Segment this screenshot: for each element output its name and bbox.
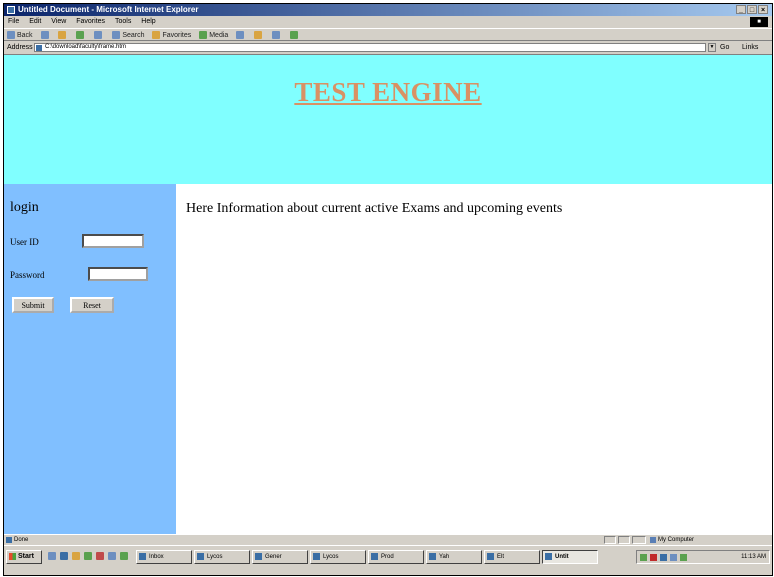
browser-window: Untitled Document - Microsoft Internet E… <box>3 3 773 576</box>
maximize-button[interactable]: □ <box>747 5 757 14</box>
login-heading: login <box>10 200 39 215</box>
tray-app-icon[interactable] <box>680 554 687 561</box>
quicklaunch-desktop-icon[interactable] <box>48 552 56 560</box>
quicklaunch-app-icon[interactable] <box>108 552 116 560</box>
status-pane <box>618 536 630 544</box>
antivirus-icon[interactable] <box>650 554 657 561</box>
taskbar-item-active[interactable]: Untit <box>542 550 598 564</box>
edit-icon <box>290 31 299 40</box>
address-value: C:\download\faculty\frame.htm <box>45 44 127 50</box>
window-icon <box>371 553 378 560</box>
menu-tools[interactable]: Tools <box>111 16 135 28</box>
taskbar-item[interactable]: Yah <box>426 550 482 564</box>
start-button[interactable]: Start <box>6 550 42 564</box>
ie-window-icon <box>545 553 552 560</box>
window-controls: _ □ × <box>736 5 768 14</box>
stop-icon <box>58 31 67 40</box>
user-id-input[interactable] <box>82 234 144 248</box>
menu-bar: File Edit View Favorites Tools Help ■ <box>4 16 772 28</box>
user-id-label: User ID <box>10 237 39 247</box>
submit-button[interactable]: Submit <box>12 297 54 313</box>
ie-page-icon <box>6 537 12 543</box>
window-icon <box>487 553 494 560</box>
taskbar-item[interactable]: Elt <box>484 550 540 564</box>
info-text: Here Information about current active Ex… <box>186 201 563 216</box>
quicklaunch-app-icon[interactable] <box>84 552 92 560</box>
taskbar-item[interactable]: Lycos <box>310 550 366 564</box>
menu-help[interactable]: Help <box>137 16 159 28</box>
reset-button[interactable]: Reset <box>70 297 114 313</box>
ie-icon <box>7 6 15 14</box>
page-content: TEST ENGINE login User ID Password Submi… <box>4 54 772 535</box>
address-input[interactable]: C:\download\faculty\frame.htm <box>34 43 706 52</box>
forward-arrow-icon <box>40 31 49 40</box>
address-bar: Address C:\download\faculty\frame.htm ▼ … <box>4 41 772 54</box>
taskbar-item[interactable]: Prod <box>368 550 424 564</box>
page-title: TEST ENGINE <box>294 77 482 107</box>
network-icon[interactable] <box>640 554 647 561</box>
volume-icon[interactable] <box>670 554 677 561</box>
system-tray: 11:13 AM <box>636 550 770 564</box>
history-icon <box>236 31 245 40</box>
go-button[interactable]: Go <box>720 41 729 54</box>
links-button[interactable]: Links <box>742 41 758 54</box>
taskbar-item[interactable]: Inbox <box>136 550 192 564</box>
quicklaunch-app-icon[interactable] <box>120 552 128 560</box>
status-pane <box>632 536 646 544</box>
menu-file[interactable]: File <box>4 16 23 28</box>
window-icon <box>139 553 146 560</box>
menu-view[interactable]: View <box>47 16 70 28</box>
minimize-button[interactable]: _ <box>736 5 746 14</box>
home-icon <box>94 31 103 40</box>
menu-edit[interactable]: Edit <box>25 16 45 28</box>
clock[interactable]: 11:13 AM <box>741 551 766 563</box>
messenger-icon[interactable] <box>660 554 667 561</box>
password-input[interactable] <box>88 267 148 281</box>
refresh-icon <box>76 31 85 40</box>
header-frame: TEST ENGINE <box>4 55 772 184</box>
window-icon <box>429 553 436 560</box>
mail-icon <box>254 31 263 40</box>
address-dropdown-button[interactable]: ▼ <box>708 43 716 52</box>
windows-logo-icon: ■ <box>750 17 768 27</box>
taskbar-item[interactable]: Gener <box>252 550 308 564</box>
toolbar: Back Search Favorites Media <box>4 28 772 41</box>
print-icon <box>272 31 281 40</box>
favorites-icon <box>152 31 161 40</box>
quicklaunch-outlook-icon[interactable] <box>72 552 80 560</box>
window-title: Untitled Document - Microsoft Internet E… <box>18 5 199 14</box>
login-frame: login User ID Password Submit Reset <box>4 184 176 535</box>
taskbar-item[interactable]: Lycos <box>194 550 250 564</box>
window-icon <box>313 553 320 560</box>
windows-flag-icon <box>9 552 16 560</box>
window-icon <box>255 553 262 560</box>
quicklaunch-ie-icon[interactable] <box>60 552 68 560</box>
status-pane <box>604 536 616 544</box>
taskbar: Start Inbox Lycos Gener Lycos Prod Yah E… <box>4 545 772 575</box>
quicklaunch-app-icon[interactable] <box>96 552 104 560</box>
address-label: Address <box>7 44 33 51</box>
page-icon <box>36 45 42 51</box>
password-label: Password <box>10 270 45 280</box>
search-icon <box>112 31 121 40</box>
media-icon <box>199 31 208 40</box>
window-icon <box>197 553 204 560</box>
close-button[interactable]: × <box>758 5 768 14</box>
title-bar: Untitled Document - Microsoft Internet E… <box>4 4 772 16</box>
menu-favorites[interactable]: Favorites <box>72 16 109 28</box>
status-bar: Done My Computer <box>4 534 772 545</box>
back-arrow-icon <box>7 31 15 40</box>
computer-icon <box>650 537 656 543</box>
